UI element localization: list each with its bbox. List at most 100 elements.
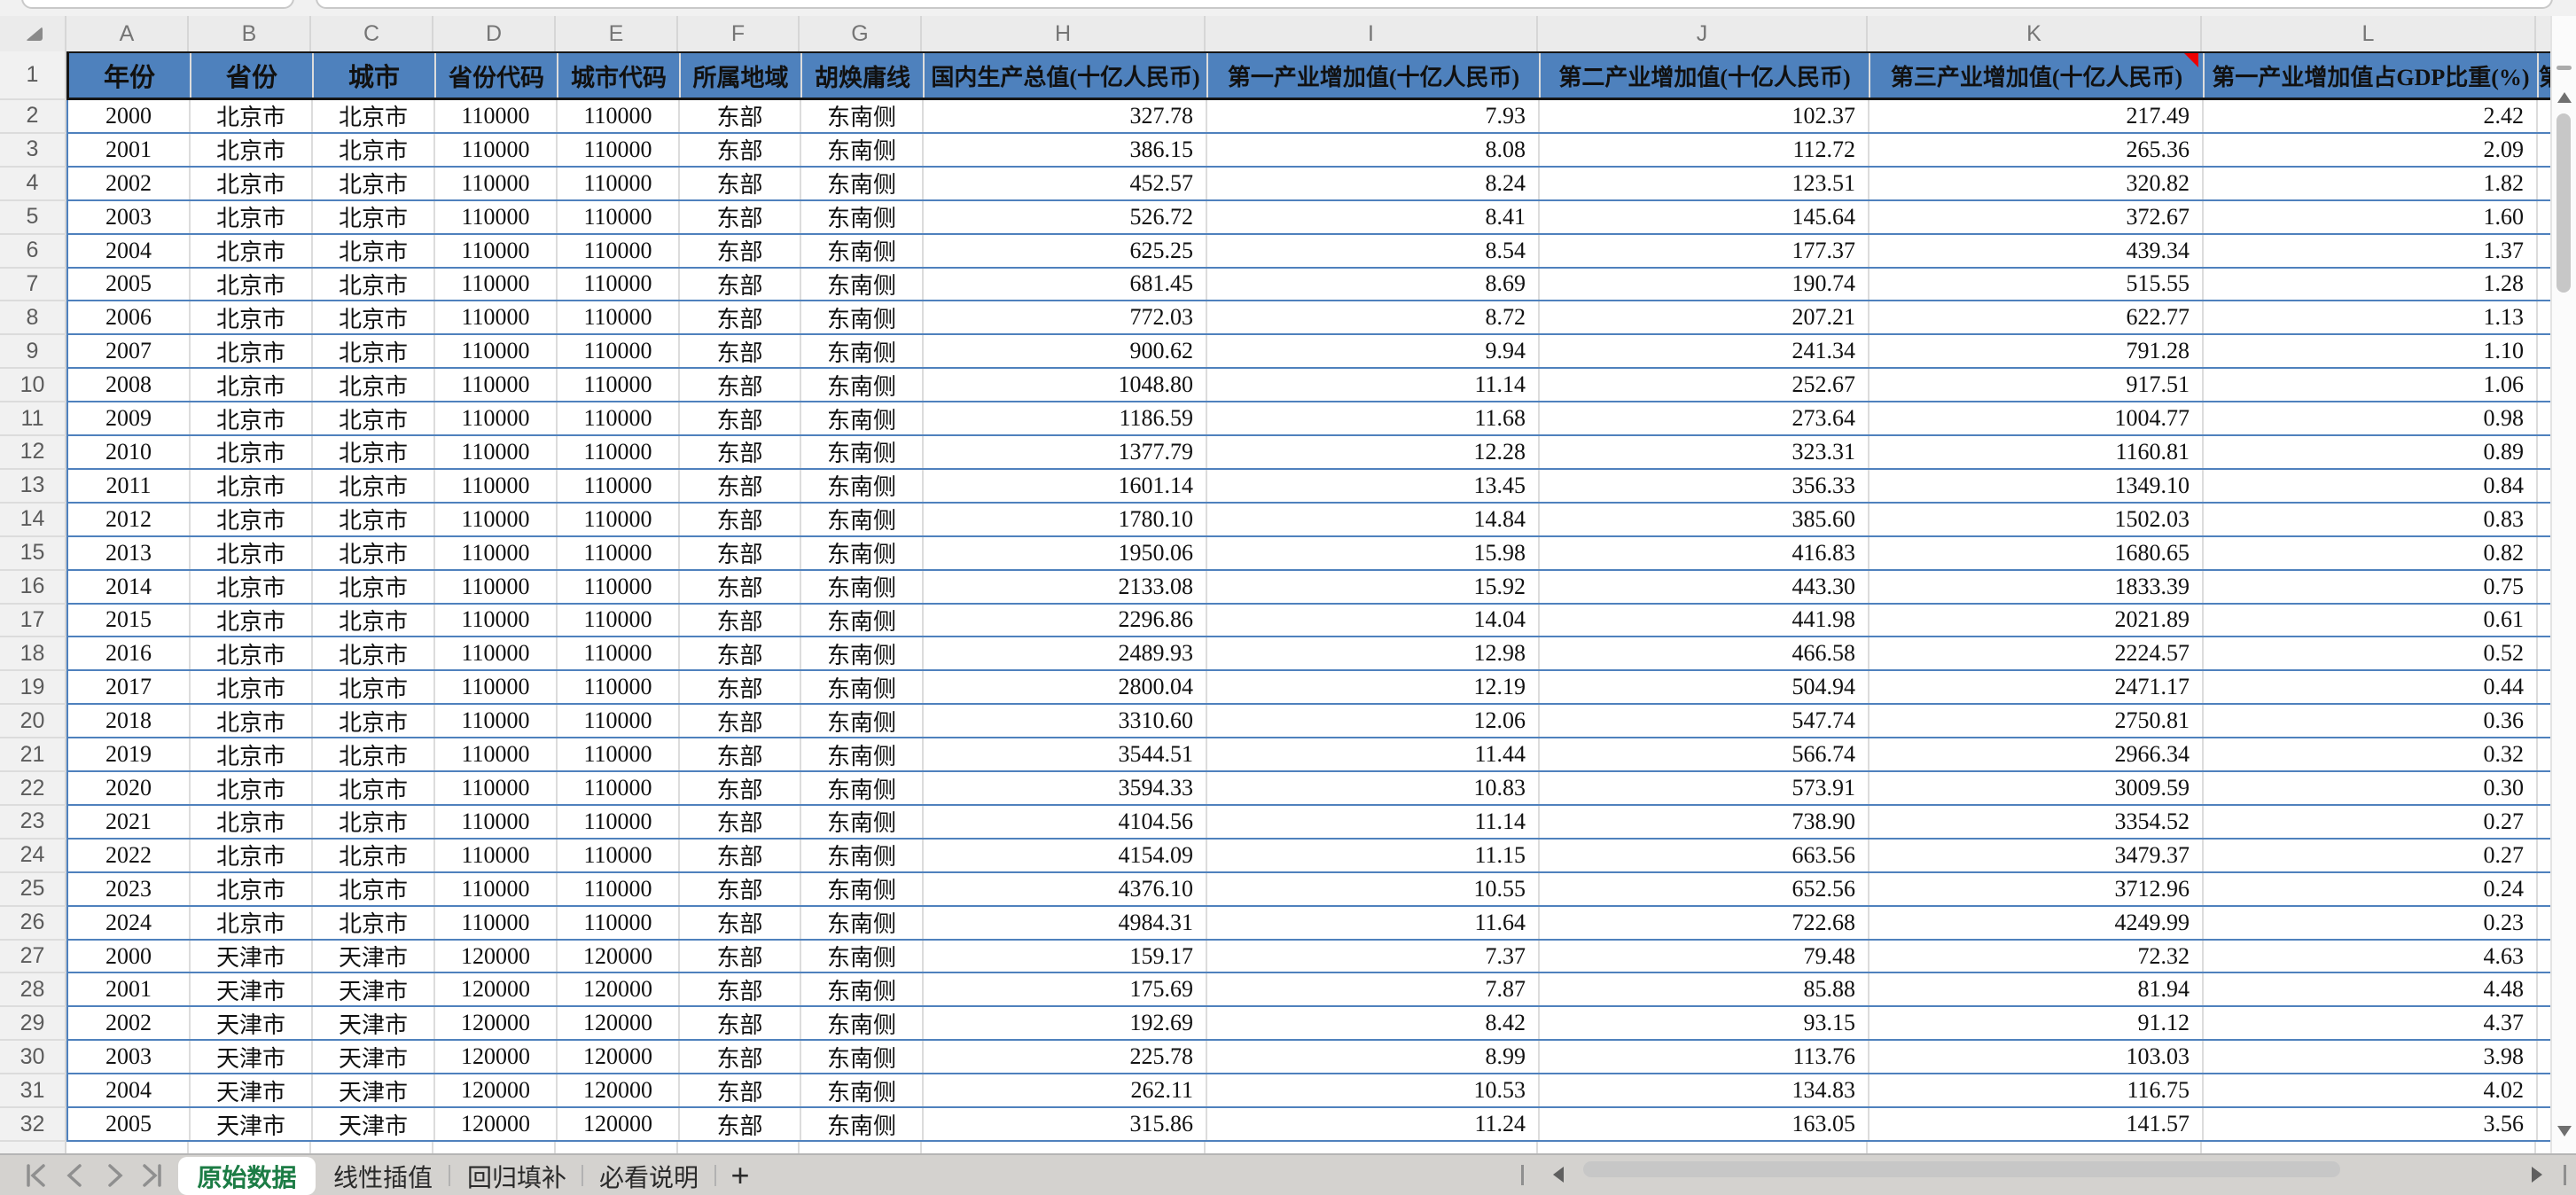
cell[interactable]: 110000 — [435, 571, 558, 603]
cell[interactable]: 东部 — [680, 1074, 801, 1106]
cell[interactable]: 110000 — [435, 134, 558, 166]
cell[interactable]: 7.93 — [1207, 100, 1540, 132]
name-box[interactable] — [21, 0, 294, 9]
cell[interactable]: 东南侧 — [801, 335, 924, 367]
scroll-up-icon[interactable] — [2557, 92, 2572, 103]
cell[interactable]: 110000 — [558, 705, 680, 737]
column-letter-C[interactable]: C — [311, 16, 433, 51]
row-number[interactable]: 7 — [0, 269, 66, 302]
cell[interactable]: 262.11 — [924, 1074, 1207, 1106]
cell[interactable]: 110000 — [435, 335, 558, 367]
cell[interactable]: 东部 — [680, 269, 801, 301]
cell[interactable]: 2017 — [68, 671, 191, 703]
header-cell[interactable]: 第二产业增加值(十亿人民币) — [1541, 53, 1870, 98]
prev-sheet-button[interactable] — [60, 1162, 90, 1189]
header-cell[interactable]: 所属地域 — [681, 53, 802, 98]
cell[interactable]: 1.10 — [2204, 335, 2538, 367]
cell[interactable]: 东部 — [680, 470, 801, 502]
cell[interactable]: 110000 — [435, 840, 558, 871]
cell[interactable]: 0.75 — [2204, 571, 2538, 603]
cell[interactable]: 北京市 — [191, 369, 313, 401]
cell[interactable]: 110000 — [558, 671, 680, 703]
cell[interactable]: 2750.81 — [1870, 705, 2204, 737]
cell[interactable]: 1780.10 — [924, 504, 1207, 535]
cell[interactable]: 北京市 — [313, 671, 435, 703]
cell[interactable]: 110000 — [558, 134, 680, 166]
cell[interactable]: 573.91 — [1540, 772, 1870, 804]
cell[interactable]: 772.03 — [924, 301, 1207, 333]
cell[interactable]: 东部 — [680, 369, 801, 401]
cell[interactable]: 163.05 — [1540, 1108, 1870, 1140]
cell[interactable]: 2022 — [68, 840, 191, 871]
cell[interactable]: 东南侧 — [801, 772, 924, 804]
cell[interactable]: 2003 — [68, 1041, 191, 1073]
cell[interactable]: 2005 — [68, 1108, 191, 1140]
first-sheet-button[interactable] — [21, 1162, 51, 1189]
header-cell[interactable]: 省份 — [191, 53, 314, 98]
cell[interactable]: 3009.59 — [1870, 772, 2204, 804]
row-number[interactable]: 24 — [0, 840, 66, 873]
cell[interactable]: 504.94 — [1540, 671, 1870, 703]
cell[interactable]: 356.33 — [1540, 470, 1870, 502]
cell[interactable]: 120000 — [558, 941, 680, 972]
header-cell[interactable]: 第一产业增加值占GDP比重(%) — [2205, 53, 2539, 98]
cell[interactable]: 东部 — [680, 772, 801, 804]
cell[interactable]: 681.45 — [924, 269, 1207, 301]
cell[interactable]: 443.30 — [1540, 571, 1870, 603]
cell[interactable]: 110000 — [558, 269, 680, 301]
cell[interactable]: 110000 — [435, 637, 558, 669]
cell[interactable]: 110000 — [558, 537, 680, 569]
cell[interactable]: 2008 — [68, 369, 191, 401]
cell[interactable]: 110000 — [558, 806, 680, 838]
cell[interactable]: 252.67 — [1540, 369, 1870, 401]
cell[interactable]: 北京市 — [191, 537, 313, 569]
cell[interactable]: 2015 — [68, 605, 191, 637]
cell[interactable]: 东部 — [680, 235, 801, 267]
cell[interactable]: 北京市 — [313, 840, 435, 871]
cell[interactable]: 120000 — [435, 1074, 558, 1106]
sheet-tab[interactable]: 必看说明 — [587, 1157, 711, 1195]
cell[interactable]: 东南侧 — [801, 840, 924, 871]
cell[interactable]: 北京市 — [313, 605, 435, 637]
cell[interactable]: 天津市 — [191, 941, 313, 972]
column-letter-B[interactable]: B — [189, 16, 311, 51]
cell[interactable]: 2.09 — [2204, 134, 2538, 166]
cell[interactable]: 110000 — [435, 537, 558, 569]
row-number[interactable]: 32 — [0, 1108, 66, 1142]
row-number[interactable]: 18 — [0, 637, 66, 671]
cell[interactable]: 东南侧 — [801, 537, 924, 569]
cell[interactable]: 0.23 — [2204, 907, 2538, 939]
cell[interactable]: 东部 — [680, 941, 801, 972]
cell[interactable]: 225.78 — [924, 1041, 1207, 1073]
cell[interactable]: 1.28 — [2204, 269, 2538, 301]
cell[interactable]: 东南侧 — [801, 201, 924, 233]
cell[interactable]: 110000 — [558, 772, 680, 804]
cell[interactable]: 141.57 — [1870, 1108, 2204, 1140]
cell[interactable]: 1048.80 — [924, 369, 1207, 401]
cell[interactable]: 103.03 — [1870, 1041, 2204, 1073]
cell[interactable]: 东部 — [680, 605, 801, 637]
cell[interactable]: 2001 — [68, 134, 191, 166]
cell[interactable]: 东部 — [680, 100, 801, 132]
cell[interactable]: 0.84 — [2204, 470, 2538, 502]
cell[interactable]: 北京市 — [313, 201, 435, 233]
row-number[interactable]: 30 — [0, 1041, 66, 1074]
cell[interactable]: 1833.39 — [1870, 571, 2204, 603]
cell[interactable]: 北京市 — [191, 168, 313, 199]
cell[interactable]: 2010 — [68, 436, 191, 468]
cell[interactable]: 79.48 — [1540, 941, 1870, 972]
cell[interactable]: 7.37 — [1207, 941, 1540, 972]
cell[interactable]: 东南侧 — [801, 973, 924, 1005]
cell[interactable]: 4154.09 — [924, 840, 1207, 871]
cell[interactable]: 0.27 — [2204, 840, 2538, 871]
cell[interactable]: 2021.89 — [1870, 605, 2204, 637]
cell[interactable]: 110000 — [558, 840, 680, 871]
cell[interactable]: 东部 — [680, 840, 801, 871]
cell[interactable]: 110000 — [435, 402, 558, 434]
row-number[interactable]: 29 — [0, 1007, 66, 1041]
cell[interactable]: 东部 — [680, 873, 801, 905]
cell[interactable]: 北京市 — [313, 571, 435, 603]
cell[interactable]: 东南侧 — [801, 168, 924, 199]
cell[interactable]: 1.06 — [2204, 369, 2538, 401]
last-sheet-button[interactable] — [137, 1162, 167, 1189]
